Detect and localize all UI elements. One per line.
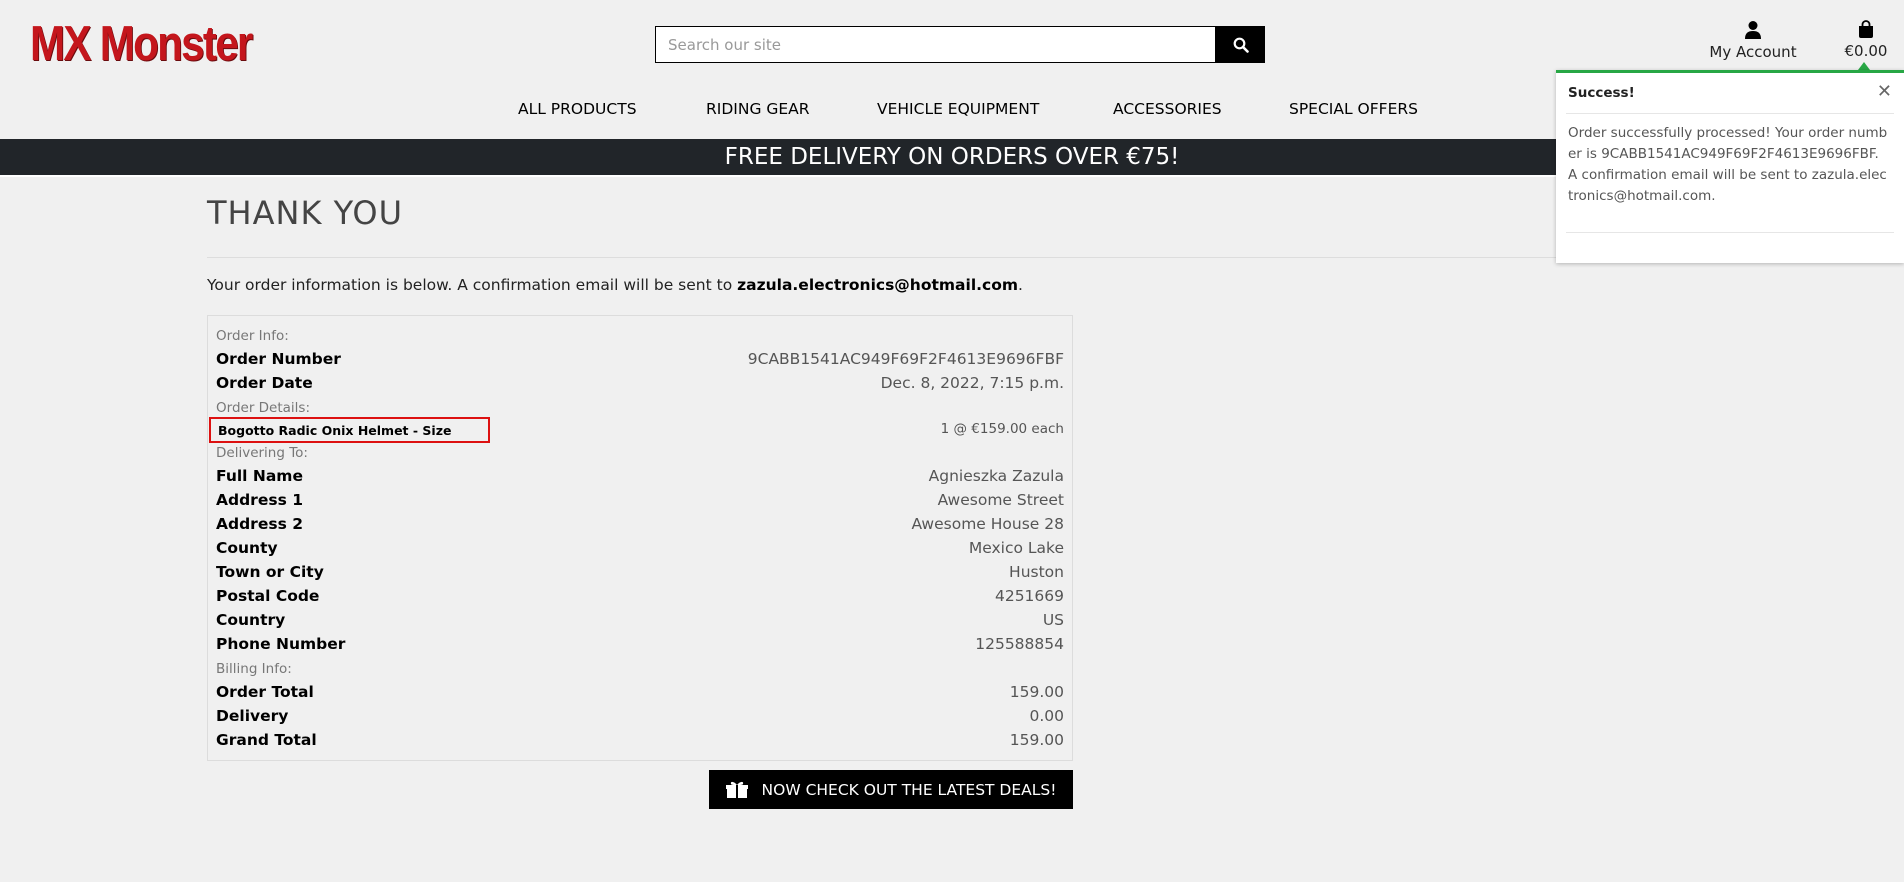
order-date-row: Order Date Dec. 8, 2022, 7:15 p.m. xyxy=(216,374,1064,398)
delivery-row: Address 1 Awesome Street xyxy=(216,491,1064,515)
order-date-value: Dec. 8, 2022, 7:15 p.m. xyxy=(880,374,1064,392)
intro-email: zazula.electronics@hotmail.com xyxy=(737,276,1019,294)
delivery-value: Awesome Street xyxy=(937,491,1064,509)
delivery-row: Address 2 Awesome House 28 xyxy=(216,515,1064,539)
delivery-row: Phone Number 125588854 xyxy=(216,635,1064,659)
delivery-label: County xyxy=(216,539,278,557)
intro-period: . xyxy=(1018,276,1023,294)
delivery-label: Address 2 xyxy=(216,515,303,533)
order-number-label: Order Number xyxy=(216,350,341,368)
success-toast: Success! ✕ Order successfully processed!… xyxy=(1556,70,1904,263)
billing-row: Grand Total 159.00 xyxy=(216,731,1064,755)
toast-message: Order successfully processed! Your order… xyxy=(1568,125,1888,204)
order-number-row: Order Number 9CABB1541AC949F69F2F4613E96… xyxy=(216,350,1064,374)
delivery-value: 4251669 xyxy=(994,587,1064,605)
delivery-label: Full Name xyxy=(216,467,303,485)
delivery-row: Country US xyxy=(216,611,1064,635)
delivery-label: Address 1 xyxy=(216,491,303,509)
delivering-to-heading: Delivering To: xyxy=(216,445,308,461)
product-quantity-price: 1 @ €159.00 each xyxy=(940,421,1064,437)
billing-label: Grand Total xyxy=(216,731,317,749)
toast-bottom-divider xyxy=(1566,232,1894,233)
latest-deals-label: NOW CHECK OUT THE LATEST DEALS! xyxy=(761,780,1057,799)
latest-deals-button[interactable]: NOW CHECK OUT THE LATEST DEALS! xyxy=(709,770,1073,809)
search-input[interactable] xyxy=(655,26,1216,63)
search-bar xyxy=(655,26,1265,63)
nav-item-accessories[interactable]: ACCESSORIES xyxy=(1113,100,1222,118)
billing-row: Delivery 0.00 xyxy=(216,707,1064,731)
billing-value: 159.00 xyxy=(1009,683,1064,701)
toast-pointer xyxy=(1858,62,1870,70)
search-button[interactable] xyxy=(1216,26,1265,63)
delivery-row: Postal Code 4251669 xyxy=(216,587,1064,611)
close-icon[interactable]: ✕ xyxy=(1877,81,1892,102)
bag-total: €0.00 xyxy=(1844,42,1888,60)
title-divider xyxy=(207,257,1557,258)
delivery-label: Country xyxy=(216,611,286,629)
search-icon xyxy=(1233,37,1249,53)
delivery-label: Phone Number xyxy=(216,635,346,653)
order-summary-card: Order Info: Order Number 9CABB1541AC949F… xyxy=(207,315,1073,761)
my-account-label: My Account xyxy=(1709,43,1797,61)
delivery-value: US xyxy=(1042,611,1064,629)
order-date-label: Order Date xyxy=(216,374,313,392)
nav-item-special-offers[interactable]: SPECIAL OFFERS xyxy=(1289,100,1418,118)
billing-value: 0.00 xyxy=(1029,707,1064,725)
toast-title: Success! xyxy=(1568,85,1635,101)
delivery-value: Huston xyxy=(1009,563,1064,581)
delivery-row: Full Name Agnieszka Zazula xyxy=(216,467,1064,491)
brand-logo[interactable]: MX Monster xyxy=(30,14,253,74)
billing-row: Order Total 159.00 xyxy=(216,683,1064,707)
order-info-heading: Order Info: xyxy=(216,328,289,344)
delivery-label: Postal Code xyxy=(216,587,320,605)
delivery-label: Town or City xyxy=(216,563,324,581)
gift-icon xyxy=(725,781,748,798)
nav-item-riding-gear[interactable]: RIDING GEAR xyxy=(706,100,810,118)
delivery-row: Town or City Huston xyxy=(216,563,1064,587)
billing-value: 159.00 xyxy=(1009,731,1064,749)
order-details-heading: Order Details: xyxy=(216,400,311,416)
delivery-value: 125588854 xyxy=(975,635,1064,653)
delivery-value: Mexico Lake xyxy=(968,539,1064,557)
nav-item-vehicle-equipment[interactable]: VEHICLE EQUIPMENT xyxy=(877,100,1039,118)
product-highlight: Bogotto Radic Onix Helmet - Size xyxy=(209,417,490,443)
shopping-bag-link[interactable]: €0.00 xyxy=(1838,20,1894,60)
billing-label: Delivery xyxy=(216,707,289,725)
page-title: THANK YOU xyxy=(207,194,403,232)
toast-divider xyxy=(1566,113,1894,114)
billing-label: Order Total xyxy=(216,683,314,701)
my-account-link[interactable]: My Account xyxy=(1703,20,1803,61)
shopping-bag-icon xyxy=(1859,20,1873,38)
intro-text: Your order information is below. A confi… xyxy=(207,276,1023,294)
delivery-value: Agnieszka Zazula xyxy=(928,467,1064,485)
order-number-value: 9CABB1541AC949F69F2F4613E9696FBF xyxy=(747,350,1064,368)
nav-item-all-products[interactable]: ALL PRODUCTS xyxy=(518,100,637,118)
product-name: Bogotto Radic Onix Helmet - Size xyxy=(218,423,452,438)
delivery-row: County Mexico Lake xyxy=(216,539,1064,563)
delivery-value: Awesome House 28 xyxy=(911,515,1064,533)
user-icon xyxy=(1745,21,1761,39)
intro-message: Your order information is below. A confi… xyxy=(207,276,738,294)
billing-info-heading: Billing Info: xyxy=(216,661,292,677)
